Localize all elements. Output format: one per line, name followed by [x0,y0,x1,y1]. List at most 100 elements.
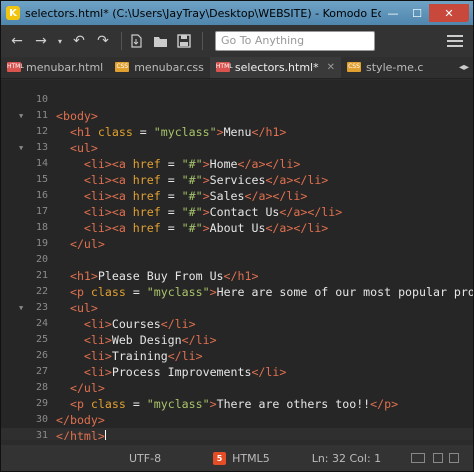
tab-label: menubar.css [134,60,204,74]
line-number: 27 [35,366,48,377]
fold-arrow-icon[interactable]: ▼ [19,108,23,124]
code-line[interactable]: 27 <li>Process Improvements</li> [1,364,473,380]
code-line[interactable]: 22 <p class = "myclass">Here are some of… [1,284,473,300]
tab-scroll-icon[interactable]: ◂▸ [455,57,473,78]
css-file-icon: CSS [347,62,362,72]
status-bar: UTF-8 5 HTML5 Ln: 32 Col: 1 [1,445,473,471]
code-line[interactable]: 26 <li>Training</li> [1,348,473,364]
encoding-indicator[interactable]: UTF-8 [129,452,161,465]
code-line[interactable]: 12 <h1 class = "myclass">Menu</h1> [1,124,473,140]
code-line[interactable]: 31 </html> [1,428,473,440]
open-folder-icon[interactable] [150,31,170,51]
line-number: 28 [35,382,48,393]
go-to-anything-input[interactable]: Go To Anything [215,31,375,51]
line-number: 26 [35,350,48,361]
language-indicator[interactable]: HTML5 [232,452,270,465]
tab-menubar-html[interactable]: HTML menubar.html [1,57,109,78]
tab-label: selectors.html* [234,60,319,74]
code-line[interactable]: 18 <li><a href = "#">About Us</a></li> [1,220,473,236]
code-line[interactable]: 17 <li><a href = "#">Contact Us</a></li> [1,204,473,220]
code-text: <li><a href = "#">Sales</a></li> [83,189,308,203]
code-line[interactable]: 20 [1,252,473,268]
line-number: 12 [35,126,48,137]
code-text: </ul> [69,381,105,395]
tab-menubar-css[interactable]: CSS menubar.css [109,57,210,78]
code-text: <li>Training</li> [83,349,203,363]
line-number: 17 [35,206,48,217]
code-line[interactable]: 21 <h1>Please Buy From Us</h1> [1,268,473,284]
html5-icon: 5 [213,451,227,465]
tab-label: menubar.html [26,60,104,74]
line-number: 19 [35,238,48,249]
forward-arrow-icon[interactable]: → [31,31,51,51]
line-number: 31 [35,430,48,440]
code-line[interactable]: 10 [1,92,473,108]
tab-label: style-me.c [366,60,424,74]
code-line[interactable]: 30 </body> [1,412,473,428]
tab-style-me-css[interactable]: CSS style-me.c [341,57,429,78]
close-button[interactable]: ✕ [429,4,469,22]
fold-arrow-icon[interactable]: ▼ [19,140,23,156]
line-number: 21 [35,270,48,281]
code-line[interactable]: 29 <p class = "myclass">There are others… [1,396,473,412]
line-number: 24 [35,318,48,329]
status-buttons [427,453,459,463]
code-text: </ul> [69,237,105,251]
html-file-icon: HTML [7,62,24,72]
line-number: 14 [35,158,48,169]
code-text: <p class = "myclass">There are others to… [69,397,399,411]
code-line[interactable]: 28 </ul> [1,380,473,396]
line-number: 15 [35,174,48,185]
panel-toggle-icon[interactable] [449,453,459,463]
code-text: <ul> [69,301,98,315]
check-icon[interactable] [411,453,426,463]
code-line[interactable]: 13 ▼ <ul> [1,140,473,156]
code-line[interactable]: 19 </ul> [1,236,473,252]
save-icon[interactable] [174,31,194,51]
code-text: <li><a href = "#">Home</a></li> [83,157,301,171]
code-line[interactable]: 25 <li>Web Design</li> [1,332,473,348]
code-text: <p class = "myclass">Here are some of ou… [69,285,473,299]
new-file-icon[interactable] [126,31,146,51]
cursor-position: Ln: 32 Col: 1 [311,451,382,465]
line-number: 30 [35,414,48,425]
line-number: 20 [35,254,48,265]
tab-bar: HTML menubar.html CSS menubar.css HTML s… [1,57,473,79]
dropdown-arrow-icon[interactable]: ▾ [55,31,65,51]
minimize-button[interactable]: — [381,4,405,22]
fold-arrow-icon[interactable]: ▼ [19,300,23,316]
code-text: <li>Process Improvements</li> [83,365,287,379]
line-number: 10 [35,94,48,105]
code-line[interactable]: 11 ▼ <body> [1,108,473,124]
line-number: 22 [35,286,48,297]
code-text: <li>Courses</li> [83,317,196,331]
title-bar[interactable]: K selectors.html* (C:\Users\JayTray\Desk… [1,1,473,25]
code-line[interactable]: 14 <li><a href = "#">Home</a></li> [1,156,473,172]
code-text: </body> [56,413,105,427]
code-line[interactable]: 24 <li>Courses</li> [1,316,473,332]
code-line[interactable]: 23 ▼ <ul> [1,300,473,316]
undo-icon[interactable]: ↶ [69,31,89,51]
code-text: <li><a href = "#">Services</a></li> [83,173,329,187]
code-text: <li>Web Design</li> [83,333,217,347]
line-number: 18 [35,222,48,233]
panel-toggle-icon[interactable] [433,453,443,463]
code-text: <ul> [69,141,98,155]
hamburger-menu-icon[interactable] [445,32,465,50]
toolbar-separator [121,32,122,50]
code-line[interactable]: 15 <li><a href = "#">Services</a></li> [1,172,473,188]
code-text: <li><a href = "#">Contact Us</a></li> [83,205,343,219]
maximize-button[interactable]: ☐ [405,4,429,22]
toolbar-separator [202,32,203,50]
redo-icon[interactable]: ↷ [93,31,113,51]
back-arrow-icon[interactable]: ← [7,31,27,51]
tab-selectors-html[interactable]: HTML selectors.html* ✕ [209,57,342,78]
code-text: <h1 class = "myclass">Menu</h1> [69,125,287,139]
code-editor[interactable]: 10 11 ▼ <body> 12 <h1 class = "myclass">Menu… [1,80,473,440]
code-line[interactable]: 16 <li><a href = "#">Sales</a></li> [1,188,473,204]
tab-close-icon[interactable]: ✕ [327,62,335,73]
line-number: 11 [35,110,48,121]
line-number: 25 [35,334,48,345]
window-controls: — ☐ ✕ [381,4,469,22]
text-cursor [104,429,106,440]
